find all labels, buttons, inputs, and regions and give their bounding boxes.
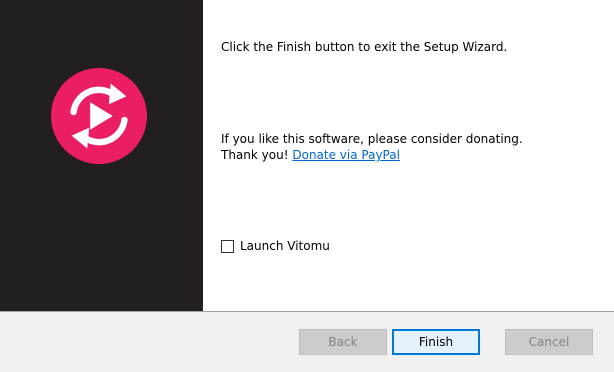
cancel-button[interactable]: Cancel bbox=[505, 329, 593, 355]
wizard-side-banner bbox=[0, 0, 203, 311]
finish-message: Click the Finish button to exit the Setu… bbox=[221, 40, 508, 54]
wizard-button-bar: Back Finish Cancel bbox=[0, 312, 614, 372]
vitomu-logo-icon bbox=[50, 67, 148, 165]
wizard-content-area: Click the Finish button to exit the Setu… bbox=[203, 0, 614, 311]
thank-you-text: Thank you! bbox=[221, 148, 289, 162]
launch-option[interactable]: Launch Vitomu bbox=[221, 239, 330, 253]
finish-button[interactable]: Finish bbox=[392, 329, 480, 355]
launch-checkbox[interactable] bbox=[221, 239, 234, 253]
launch-checkbox-label[interactable]: Launch Vitomu bbox=[240, 239, 330, 253]
donate-line-1: If you like this software, please consid… bbox=[221, 132, 523, 146]
donate-line-2: Thank you! Donate via PayPal bbox=[221, 147, 523, 163]
donate-message: If you like this software, please consid… bbox=[221, 131, 523, 163]
back-button[interactable]: Back bbox=[299, 329, 387, 355]
donate-paypal-link[interactable]: Donate via PayPal bbox=[292, 148, 400, 162]
setup-wizard-dialog: Click the Finish button to exit the Setu… bbox=[0, 0, 614, 372]
